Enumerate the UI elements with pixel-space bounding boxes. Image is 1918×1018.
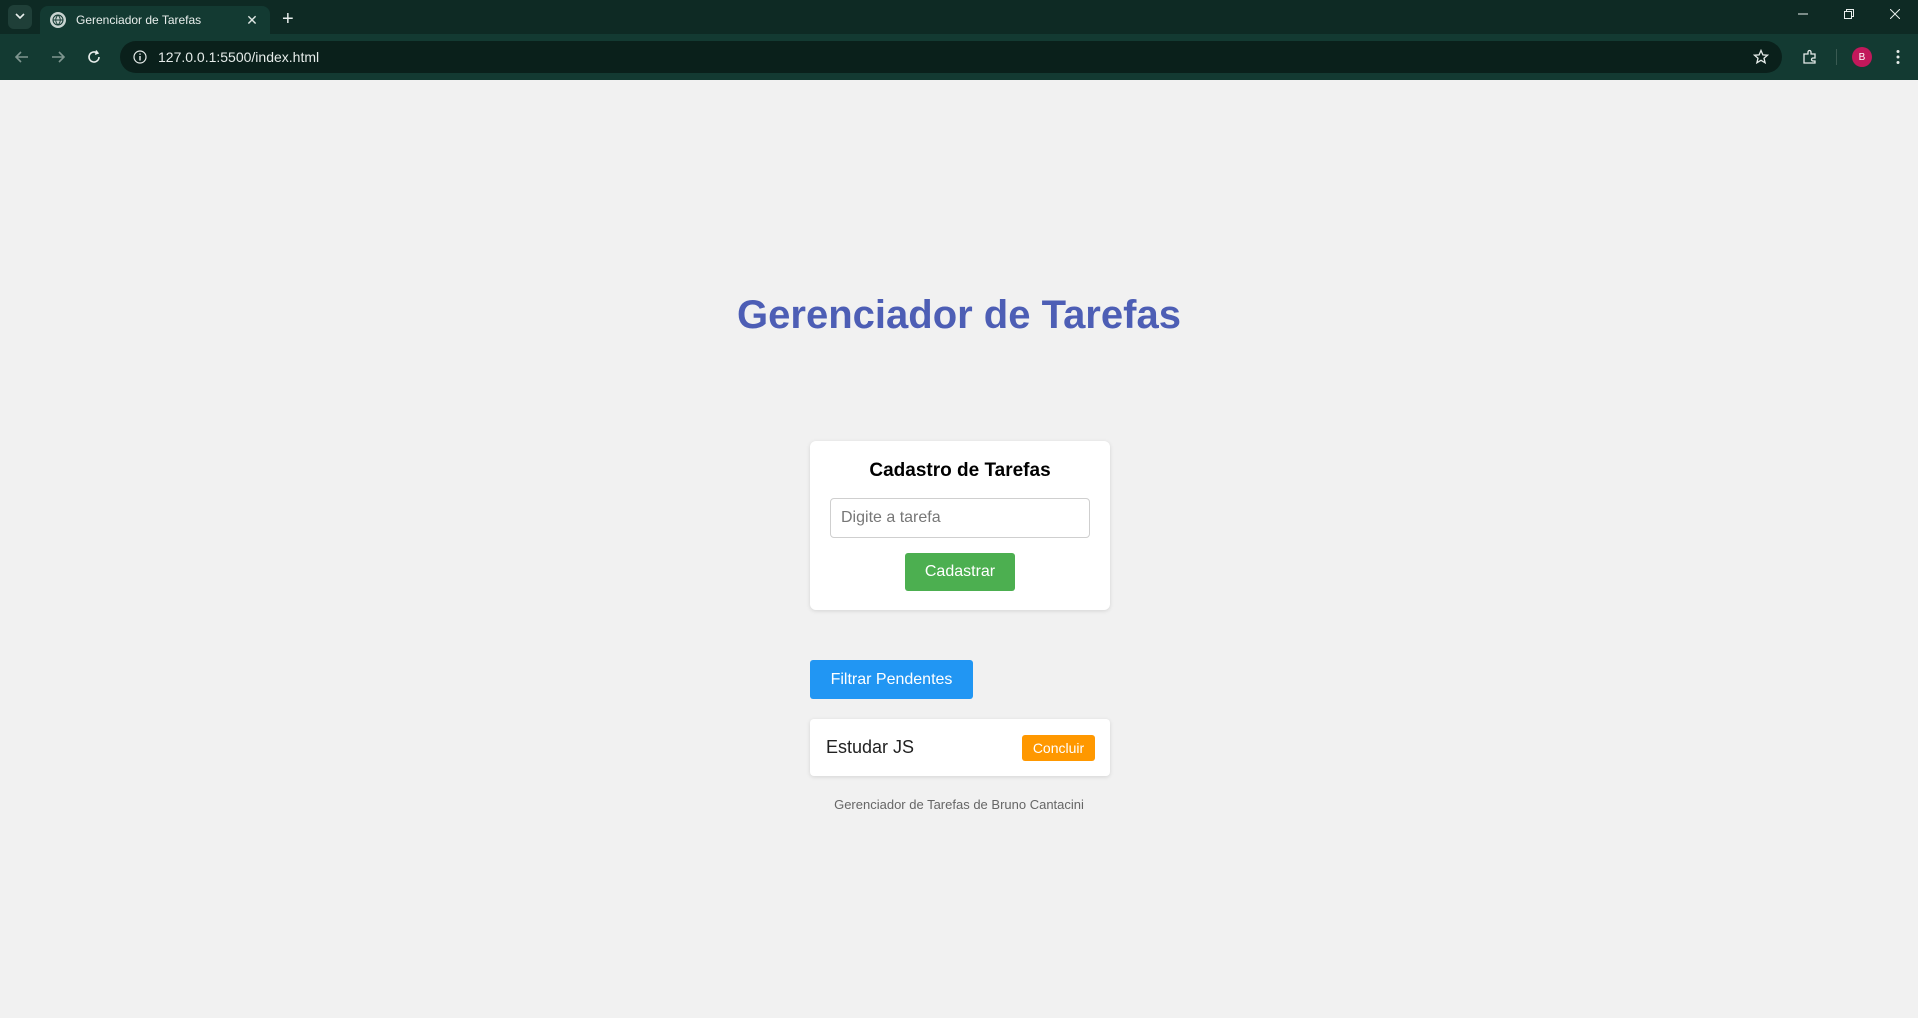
task-list-item: Estudar JS Concluir — [810, 719, 1110, 776]
footer-credit: Gerenciador de Tarefas de Bruno Cantacin… — [834, 797, 1084, 812]
extensions-puzzle-icon[interactable] — [1798, 45, 1822, 69]
task-form-card: Cadastro de Tarefas Cadastrar — [810, 441, 1110, 610]
new-tab-button[interactable]: + — [282, 8, 294, 31]
minimize-icon[interactable] — [1780, 0, 1826, 28]
browser-toolbar: 127.0.0.1:5500/index.html B — [0, 34, 1918, 80]
site-info-icon[interactable] — [132, 49, 148, 65]
address-bar[interactable]: 127.0.0.1:5500/index.html — [120, 41, 1782, 73]
globe-icon — [50, 12, 66, 28]
forward-arrow-icon[interactable] — [44, 43, 72, 71]
filter-pending-button[interactable]: Filtrar Pendentes — [810, 660, 973, 699]
chevron-down-icon — [15, 8, 25, 26]
concluir-button[interactable]: Concluir — [1022, 735, 1095, 761]
task-input[interactable] — [830, 498, 1090, 538]
toolbar-divider — [1836, 49, 1837, 65]
task-text: Estudar JS — [826, 737, 915, 757]
close-window-icon[interactable] — [1872, 0, 1918, 28]
restore-icon[interactable] — [1826, 0, 1872, 28]
back-arrow-icon[interactable] — [8, 43, 36, 71]
tab-search-button[interactable] — [8, 5, 32, 29]
browser-tab[interactable]: Gerenciador de Tarefas ✕ — [40, 6, 270, 34]
browser-chrome: Gerenciador de Tarefas ✕ + 127.0.0.1:550… — [0, 0, 1918, 80]
profile-avatar[interactable]: B — [1852, 47, 1872, 67]
tab-strip: Gerenciador de Tarefas ✕ + — [0, 0, 1918, 34]
reload-icon[interactable] — [80, 43, 108, 71]
more-menu-icon[interactable] — [1886, 45, 1910, 69]
form-heading: Cadastro de Tarefas — [869, 460, 1051, 481]
tab-close-icon[interactable]: ✕ — [244, 12, 260, 29]
cadastrar-button[interactable]: Cadastrar — [905, 553, 1015, 591]
page-title: Gerenciador de Tarefas — [737, 293, 1181, 337]
url-text[interactable]: 127.0.0.1:5500/index.html — [158, 49, 1752, 65]
page-content: Gerenciador de Tarefas Cadastro de Taref… — [0, 80, 1918, 1018]
window-controls — [1780, 0, 1918, 28]
tab-title: Gerenciador de Tarefas — [76, 13, 202, 27]
bookmark-star-icon[interactable] — [1752, 48, 1770, 66]
